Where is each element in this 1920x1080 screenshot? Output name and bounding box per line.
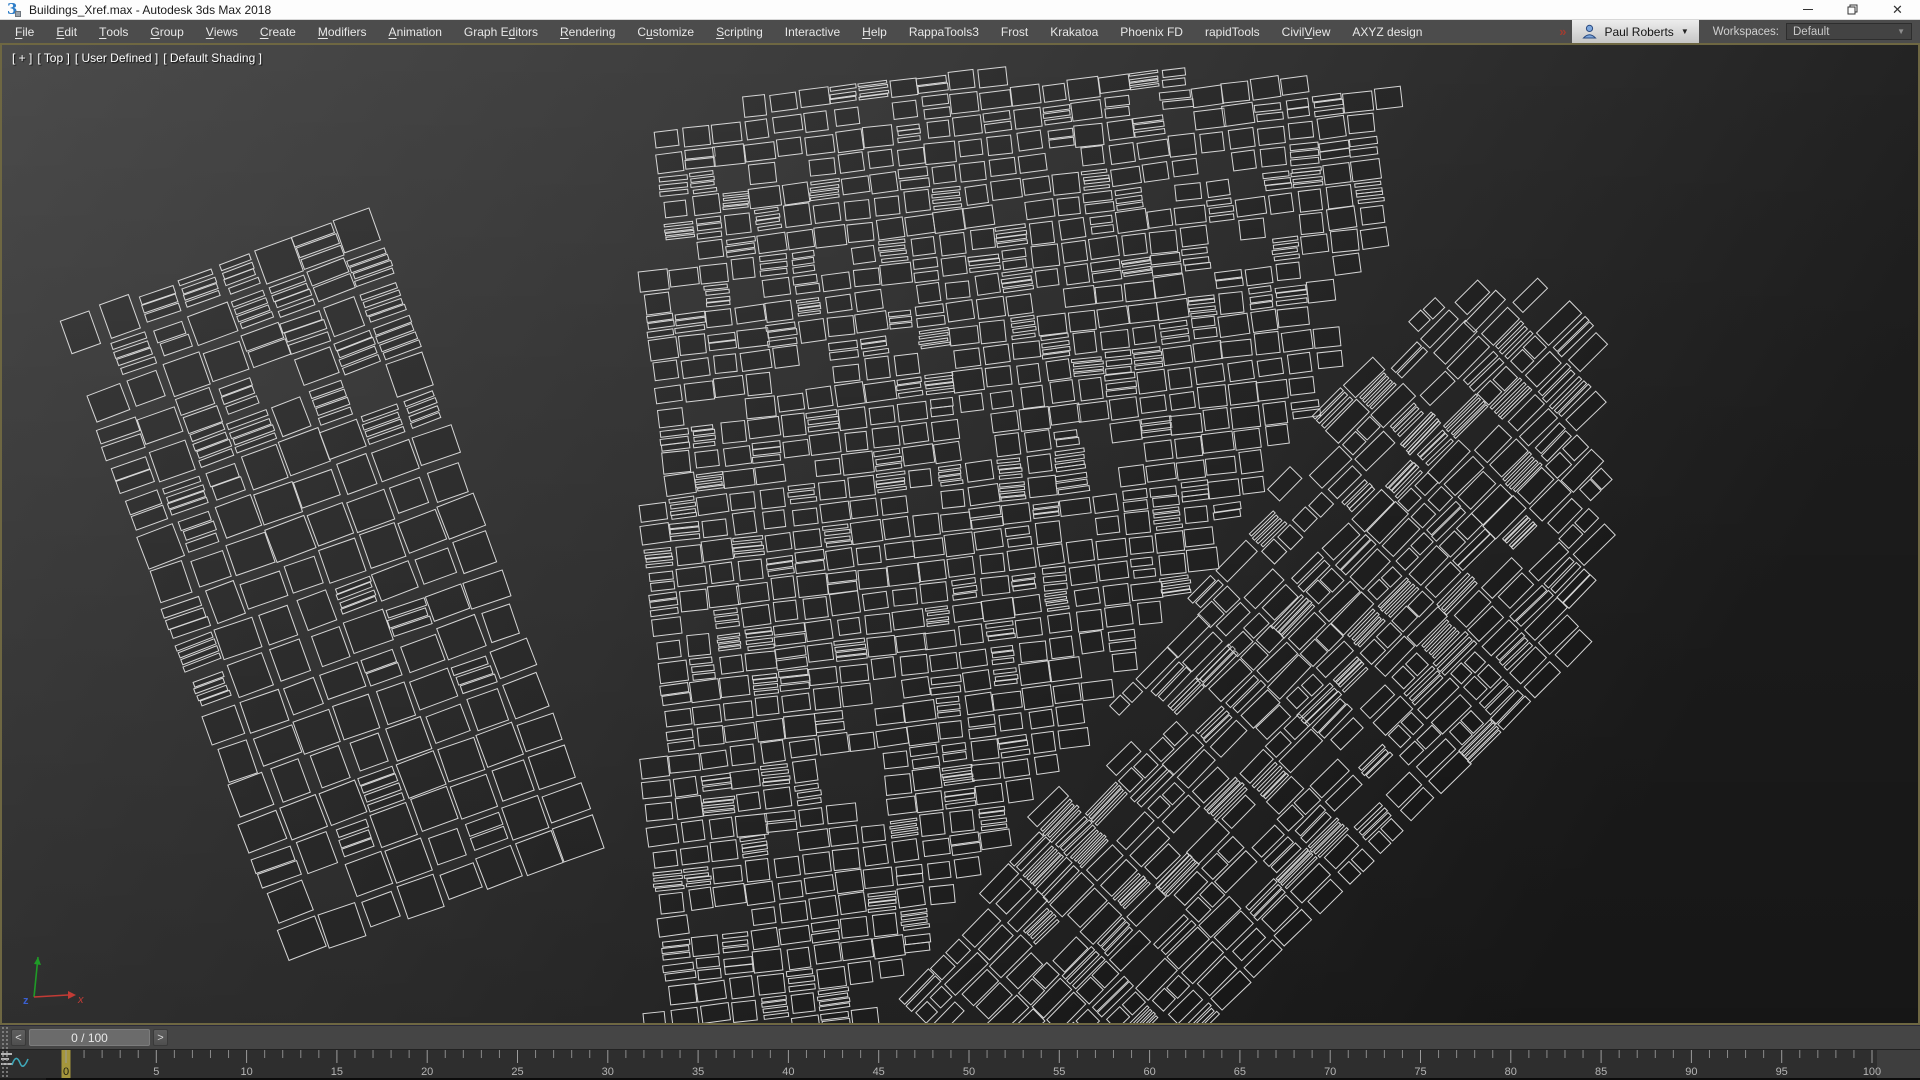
x-axis-label: x	[77, 994, 84, 1006]
viewport-top[interactable]: [ + ] [ Top ] [ User Defined ] [ Default Sh…	[0, 43, 1920, 1025]
menu-item-frost[interactable]: Frost	[990, 20, 1039, 43]
ruler-frame-label: 50	[963, 1066, 975, 1078]
ruler-frame-label: 30	[602, 1066, 614, 1078]
workspaces-label: Workspaces:	[1713, 26, 1779, 38]
viewport-shading-menu[interactable]: [ Default Shading ]	[163, 51, 262, 65]
ruler-frame-label: 10	[240, 1066, 252, 1078]
viewport-user-menu[interactable]: [ User Defined ]	[75, 51, 158, 65]
time-slider-row: < 0 / 100 >	[0, 1025, 1920, 1049]
ruler-frame-label: 90	[1685, 1066, 1697, 1078]
menu-item-phoenix-fd[interactable]: Phoenix FD	[1109, 20, 1194, 43]
ruler-frame-label: 35	[692, 1066, 704, 1078]
workspaces-section: Workspaces: Default ▼	[1699, 20, 1920, 43]
user-menu-caret-icon: ▼	[1681, 27, 1689, 36]
viewport-canvas[interactable]	[2, 45, 1918, 1023]
minimize-button[interactable]	[1785, 0, 1830, 19]
menu-item-help[interactable]: Help	[851, 20, 898, 43]
user-account-menu[interactable]: Paul Roberts ▼	[1572, 20, 1698, 43]
ruler-out-of-range	[1877, 1050, 1920, 1078]
ruler-frame-label: 60	[1143, 1066, 1155, 1078]
3ds-max-app-icon: 3	[7, 3, 21, 17]
close-button[interactable]: ✕	[1875, 0, 1920, 19]
menu-item-group[interactable]: Group	[139, 20, 194, 43]
world-axis-gizmo: x z	[8, 947, 88, 1009]
track-bar[interactable]: 0 5 10 15 20 25 30 35 40 45 50 55 60 65 70 75 80 85 90 95 10…	[0, 1049, 1920, 1078]
ruler-frame-label: 0	[63, 1066, 69, 1078]
previous-frame-button[interactable]: <	[11, 1029, 26, 1046]
close-icon: ✕	[1892, 3, 1903, 16]
window-controls: ✕	[1785, 0, 1920, 19]
menu-item-rapidtools[interactable]: rapidTools	[1194, 20, 1271, 43]
curve-wave-icon	[12, 1058, 28, 1066]
ruler-frame-label: 20	[421, 1066, 433, 1078]
viewport-label: [ + ] [ Top ] [ User Defined ] [ Default Sh…	[12, 51, 262, 65]
z-axis-label: z	[23, 995, 29, 1007]
trackbar-gripper[interactable]	[0, 1025, 8, 1078]
user-avatar-icon	[1582, 24, 1597, 39]
workspace-dropdown[interactable]: Default ▼	[1786, 23, 1912, 40]
x-axis-line	[34, 995, 68, 997]
user-name: Paul Roberts	[1604, 25, 1673, 39]
menu-bar: FileEditToolsGroupViewsCreateModifiersAn…	[0, 20, 1920, 43]
menu-item-rendering[interactable]: Rendering	[549, 20, 626, 43]
ruler-frame-label: 80	[1505, 1066, 1517, 1078]
menu-items: FileEditToolsGroupViewsCreateModifiersAn…	[4, 20, 1433, 43]
menu-item-customize[interactable]: Customize	[626, 20, 705, 43]
menu-item-axyz-design[interactable]: AXYZ design	[1341, 20, 1433, 43]
ruler-frame-label: 65	[1234, 1066, 1246, 1078]
viewport-options-menu[interactable]: [ + ]	[12, 51, 32, 65]
title-bar: 3 Buildings_Xref.max - Autodesk 3ds Max …	[0, 0, 1920, 20]
ruler-frame-label: 70	[1324, 1066, 1336, 1078]
menu-item-graph-editors[interactable]: Graph Editors	[453, 20, 549, 43]
menu-item-rappatools3[interactable]: RappaTools3	[898, 20, 990, 43]
time-ruler[interactable]: 0 5 10 15 20 25 30 35 40 45 50 55 60 65 70 75 80 85 90 95 10…	[0, 1050, 1920, 1078]
ruler-frame-label: 45	[873, 1066, 885, 1078]
menu-item-create[interactable]: Create	[249, 20, 307, 43]
restore-icon	[1847, 4, 1858, 15]
menu-item-krakatoa[interactable]: Krakatoa	[1039, 20, 1109, 43]
ruler-frame-label: 75	[1414, 1066, 1426, 1078]
workspace-caret-icon: ▼	[1897, 27, 1905, 36]
workspace-value: Default	[1793, 26, 1829, 38]
ruler-frame-label: 25	[511, 1066, 523, 1078]
menu-item-views[interactable]: Views	[195, 20, 249, 43]
menu-overflow-chevron[interactable]: »	[1553, 20, 1572, 43]
menu-item-civil-view[interactable]: Civil View	[1271, 20, 1342, 43]
menu-item-tools[interactable]: Tools	[88, 20, 139, 43]
next-frame-button[interactable]: >	[153, 1029, 168, 1046]
ruler-frame-label: 40	[782, 1066, 794, 1078]
time-slider-handle[interactable]: 0 / 100	[29, 1029, 150, 1046]
y-axis-arrow-icon	[34, 957, 41, 965]
ruler-frame-label: 55	[1053, 1066, 1065, 1078]
menu-item-modifiers[interactable]: Modifiers	[307, 20, 378, 43]
ruler-frame-label: 5	[153, 1066, 159, 1078]
menu-item-file[interactable]: File	[4, 20, 45, 43]
ruler-frame-label: 95	[1776, 1066, 1788, 1078]
ruler-frame-label: 85	[1595, 1066, 1607, 1078]
ruler-frame-label: 100	[1863, 1066, 1881, 1078]
minimize-icon	[1803, 9, 1813, 10]
x-axis-arrow-icon	[68, 991, 76, 999]
viewport-pov-menu[interactable]: [ Top ]	[37, 51, 69, 65]
menu-item-interactive[interactable]: Interactive	[774, 20, 851, 43]
ruler-frame-label: 15	[331, 1066, 343, 1078]
restore-button[interactable]	[1830, 0, 1875, 19]
window-title: Buildings_Xref.max - Autodesk 3ds Max 20…	[29, 3, 271, 17]
menu-item-edit[interactable]: Edit	[45, 20, 88, 43]
menu-item-animation[interactable]: Animation	[378, 20, 453, 43]
menu-item-scripting[interactable]: Scripting	[705, 20, 774, 43]
